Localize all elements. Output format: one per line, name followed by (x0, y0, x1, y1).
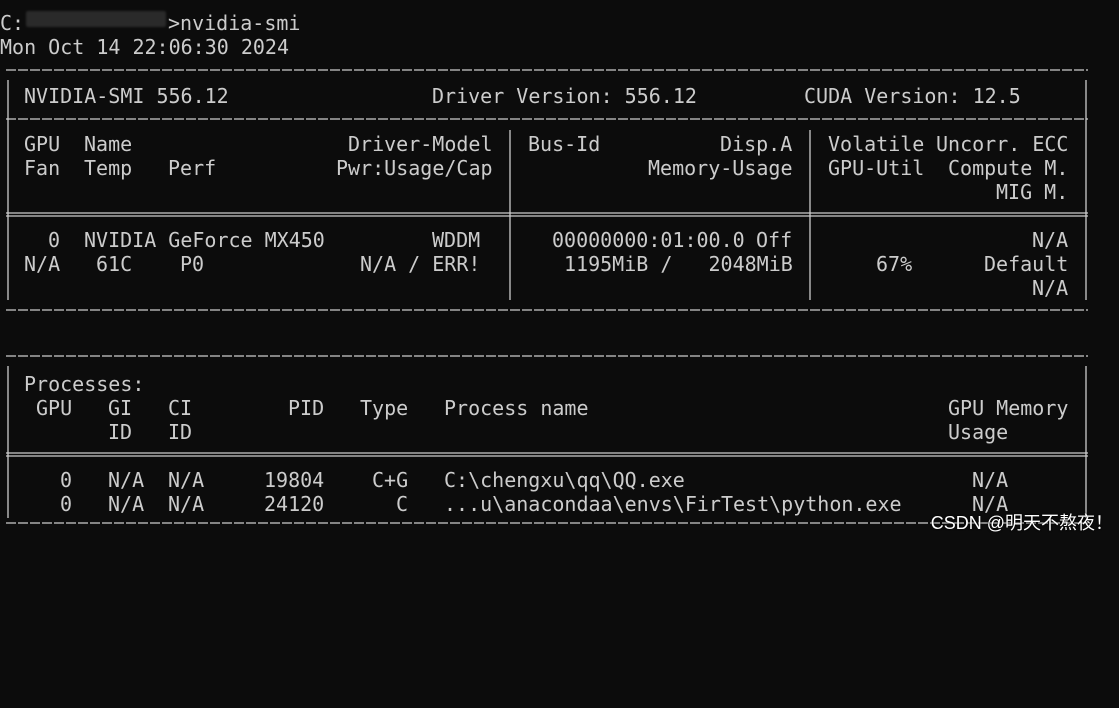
hdr-fan: Fan (24, 156, 61, 180)
gpu-perf: P0 (180, 252, 205, 276)
processes-header-row-1: GPU GI CI PID Type Process name GPU Memo… (0, 396, 1119, 420)
hdr-perf: Perf (168, 156, 217, 180)
smi-version: NVIDIA-SMI 556.12 (24, 84, 229, 108)
gpu-index: 0 (48, 228, 61, 252)
gpu-disp-a: Off (756, 228, 793, 252)
csdn-watermark: CSDN @明天不熬夜！ (930, 513, 1113, 533)
proc-type: C (396, 492, 409, 516)
hdr-driver-model: Driver-Model (348, 132, 493, 156)
proc-type: C+G (372, 468, 409, 492)
gpu-fan: N/A (24, 252, 61, 276)
proc-pid: 19804 (264, 468, 325, 492)
driver-version: Driver Version: 556.12 (432, 84, 697, 108)
proc-hdr-ci-id: ID (168, 420, 193, 444)
proc-gi: N/A (108, 492, 145, 516)
hdr-memory-usage: Memory-Usage (648, 156, 793, 180)
hdr-volatile: Volatile (828, 132, 925, 156)
proc-name: ...u\anacondaa\envs\FirTest\python.exe (444, 492, 902, 516)
gpu-util: 67% (876, 252, 913, 276)
gpu-memory-usage: 1195MiB / 2048MiB (564, 252, 793, 276)
hdr-compute-mode: Compute M. (948, 156, 1069, 180)
gpu-temp: 61C (96, 252, 133, 276)
gpu-name: NVIDIA GeForce MX450 (84, 228, 325, 252)
proc-hdr-gi: GI (108, 396, 133, 420)
gpu-header-row-1: GPU Name Driver-Model Bus-Id Disp.A Vola… (0, 132, 1119, 156)
hdr-mig-mode: MIG M. (996, 180, 1069, 204)
hdr-bus-id: Bus-Id (528, 132, 601, 156)
proc-hdr-usage: Usage (948, 420, 1009, 444)
proc-hdr-ci: CI (168, 396, 193, 420)
proc-name: C:\chengxu\qq\QQ.exe (444, 468, 685, 492)
hdr-gpu: GPU (24, 132, 61, 156)
gpu-data-row-1: 0 NVIDIA GeForce MX450 WDDM 00000000:01:… (0, 228, 1119, 252)
proc-hdr-gi-id: ID (108, 420, 133, 444)
gpu-mig-mode: N/A (1032, 276, 1069, 300)
proc-gpu: 0 (60, 468, 73, 492)
hdr-name: Name (84, 132, 133, 156)
proc-ci: N/A (168, 492, 205, 516)
processes-title: Processes: (24, 372, 145, 396)
gpu-bus-id: 00000000:01:00.0 (552, 228, 745, 252)
hdr-uncorr-ecc: Uncorr. ECC (936, 132, 1069, 156)
proc-hdr-type: Type (360, 396, 409, 420)
summary-row: NVIDIA-SMI 556.12 Driver Version: 556.12… (0, 84, 1119, 108)
table-row: 0 N/A N/A 19804 C+G C:\chengxu\qq\QQ.exe… (0, 468, 1119, 492)
hdr-disp-a: Disp.A (720, 132, 793, 156)
gpu-data-row-2: N/A 61C P0 N/A / ERR! 1195MiB / 2048MiB … (0, 252, 1119, 276)
proc-hdr-pid: PID (288, 396, 325, 420)
proc-gpu: 0 (60, 492, 73, 516)
gpu-power: N/A / ERR! (360, 252, 481, 276)
proc-gi: N/A (108, 468, 145, 492)
gpu-driver-model: WDDM (432, 228, 481, 252)
proc-mem: N/A (972, 468, 1009, 492)
proc-ci: N/A (168, 468, 205, 492)
terminal-window: C: >nvidia-smi Mon Oct 14 22:06:30 2024 (0, 0, 1119, 543)
processes-header-row-2: ID ID Usage (0, 420, 1119, 444)
proc-hdr-gpu: GPU (36, 396, 73, 420)
gpu-data-row-3: N/A (0, 276, 1119, 300)
proc-pid: 24120 (264, 492, 325, 516)
cuda-version: CUDA Version: 12.5 (804, 84, 1021, 108)
processes-title-row: Processes: (0, 372, 1119, 396)
gpu-header-row-3: MIG M. (0, 180, 1119, 204)
hdr-gpu-util: GPU-Util (828, 156, 925, 180)
gpu-ecc: N/A (1032, 228, 1069, 252)
hdr-temp: Temp (84, 156, 133, 180)
proc-hdr-gpu-memory: GPU Memory (948, 396, 1069, 420)
gpu-header-row-2: Fan Temp Perf Pwr:Usage/Cap Memory-Usage… (0, 156, 1119, 180)
proc-hdr-process-name: Process name (444, 396, 589, 420)
gpu-compute-mode: Default (984, 252, 1069, 276)
hdr-pwr: Pwr:Usage/Cap (336, 156, 493, 180)
